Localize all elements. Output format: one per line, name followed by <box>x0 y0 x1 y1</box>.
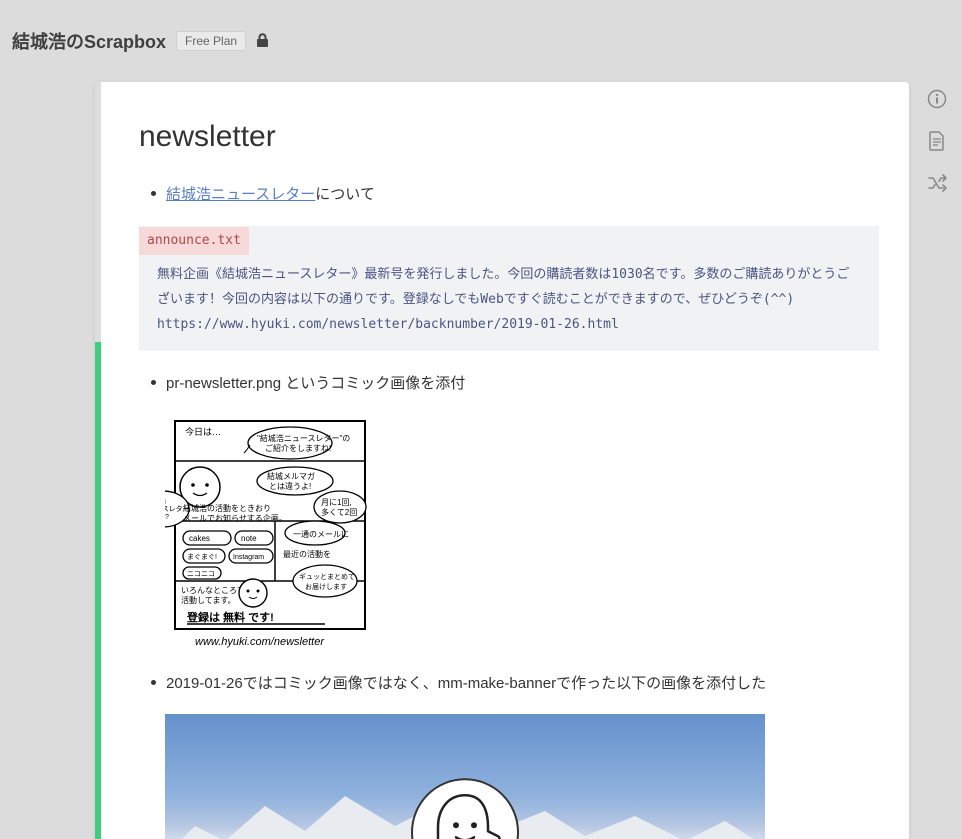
svg-text:ギュッとまとめて: ギュッとまとめて <box>299 573 355 581</box>
text: pr-newsletter.png というコミック画像を添付 <box>166 371 465 397</box>
svg-text:結城浩: 結城浩 <box>165 496 166 505</box>
text: について <box>315 186 375 203</box>
plan-badge: Free Plan <box>176 31 246 51</box>
svg-text:今日は…: 今日は… <box>185 426 221 437</box>
svg-text:note: note <box>241 534 257 543</box>
list-item[interactable]: pr-newsletter.png というコミック画像を添付 <box>139 371 879 397</box>
page-card: newsletter 結城浩ニュースレターについて announce.txt 無… <box>95 82 909 839</box>
telomere-bar <box>95 82 101 839</box>
bullet-icon <box>151 680 156 685</box>
svg-text:結城浩の活動をときおり: 結城浩の活動をときおり <box>183 503 271 513</box>
svg-text:とは違うよ!: とは違うよ! <box>269 481 311 491</box>
svg-text:月に1回,: 月に1回, <box>321 498 352 507</box>
internal-link[interactable]: 結城浩ニュースレター <box>166 186 315 203</box>
code-filename[interactable]: announce.txt <box>139 227 249 256</box>
svg-text:"結城浩ニュースレター"の: "結城浩ニュースレター"の <box>257 433 350 443</box>
header: 結城浩のScrapbox Free Plan <box>0 0 962 54</box>
right-rail <box>926 88 948 194</box>
svg-text:いろんなところで: いろんなところで <box>181 586 245 595</box>
shuffle-icon[interactable] <box>926 172 948 194</box>
bullet-icon <box>151 380 156 385</box>
page-title[interactable]: newsletter <box>139 120 879 154</box>
svg-text:ニコニコ: ニコニコ <box>187 570 215 578</box>
comic-url: www.hyuki.com/newsletter <box>195 636 325 648</box>
svg-text:Instagram: Instagram <box>233 554 264 561</box>
comic-image[interactable]: 今日は… "結城浩ニュースレター"の ご紹介をしますね! 結城メルマガ とは違う… <box>165 415 391 653</box>
svg-text:結城メルマガ: 結城メルマガ <box>267 471 315 481</box>
document-icon[interactable] <box>926 130 948 152</box>
project-name[interactable]: 結城浩のScrapbox <box>12 28 166 54</box>
svg-text:とは?: とは? <box>165 513 169 521</box>
list-item[interactable]: 2019-01-26ではコミック画像ではなく、mm-make-bannerで作っ… <box>139 671 879 697</box>
banner-image[interactable] <box>165 714 765 839</box>
svg-text:多くて2回: 多くて2回 <box>321 507 357 517</box>
code-line: https://www.hyuki.com/newsletter/backnum… <box>157 313 861 338</box>
svg-text:まぐまぐ!: まぐまぐ! <box>187 553 217 561</box>
svg-text:一通のメールに: 一通のメールに <box>293 529 349 539</box>
svg-text:お届けします: お届けします <box>305 583 347 591</box>
svg-text:ご紹介をしますね!: ご紹介をしますね! <box>265 443 331 453</box>
svg-text:最近の活動を: 最近の活動を <box>283 549 331 559</box>
svg-text:登録は 無料 です!: 登録は 無料 です! <box>186 610 274 624</box>
info-icon[interactable] <box>926 88 948 110</box>
code-line: 無料企画《結城浩ニュースレター》最新号を発行しました。今回の購読者数は1030名… <box>157 263 861 312</box>
list-item[interactable]: 結城浩ニュースレターについて <box>139 182 879 208</box>
svg-text:メールでお知らせする企画。: メールでお知らせする企画。 <box>183 513 287 523</box>
bullet-icon <box>151 191 156 196</box>
svg-text:活動してます。: 活動してます。 <box>181 595 236 605</box>
svg-text:cakes: cakes <box>189 534 210 543</box>
code-block[interactable]: announce.txt 無料企画《結城浩ニュースレター》最新号を発行しました。… <box>139 226 879 352</box>
lock-icon <box>256 33 269 50</box>
text: 2019-01-26ではコミック画像ではなく、mm-make-bannerで作っ… <box>166 671 766 697</box>
